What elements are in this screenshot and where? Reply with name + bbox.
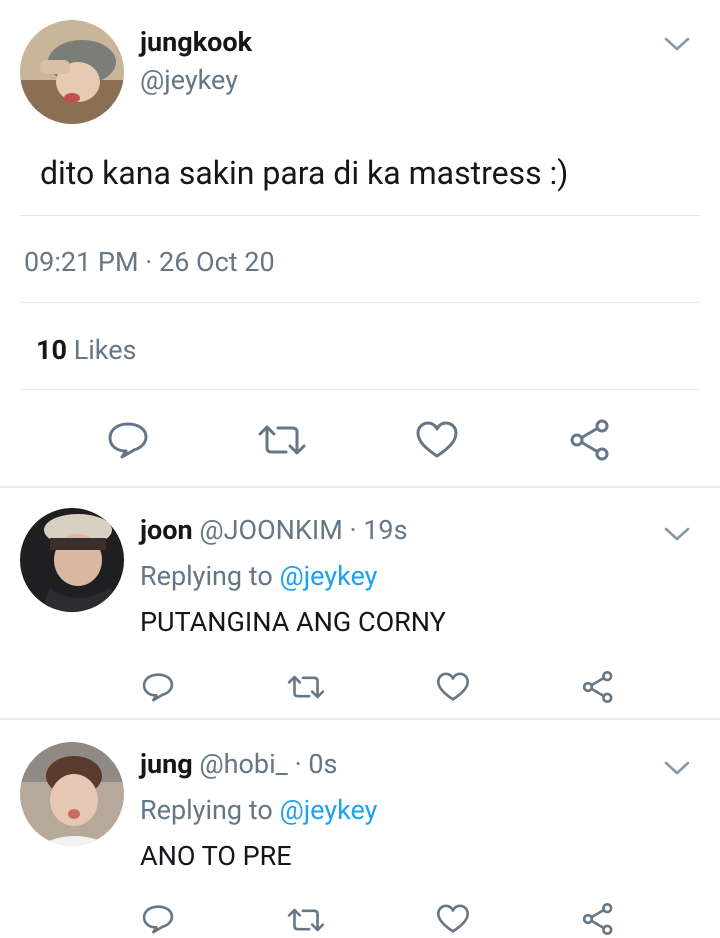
likes-stat[interactable]: 10 Likes <box>36 334 136 366</box>
share-icon[interactable] <box>566 416 614 464</box>
reply-icon[interactable] <box>104 418 152 462</box>
section-divider <box>0 486 720 488</box>
tweet-text: dito kana sakin para di ka mastress :) <box>40 154 569 192</box>
chevron-down-icon[interactable] <box>662 34 692 54</box>
divider <box>20 389 700 390</box>
replying-to-handle[interactable]: @jeykey <box>279 560 377 592</box>
avatar[interactable] <box>20 20 124 124</box>
reply-author-name[interactable]: joon <box>140 514 193 546</box>
heart-icon[interactable] <box>435 902 471 936</box>
reply-text: PUTANGINA ANG CORNY <box>140 606 446 638</box>
reply-header: joon @JOONKIM · 19s <box>140 514 408 546</box>
heart-icon[interactable] <box>435 670 471 704</box>
retweet-icon[interactable] <box>286 905 326 935</box>
retweet-icon[interactable] <box>256 420 308 460</box>
section-divider <box>0 718 720 720</box>
tweet-timestamp: 09:21 PM · 26 Oct 20 <box>24 246 275 278</box>
tweet-time: 09:21 PM <box>24 246 139 278</box>
reply-author-name[interactable]: jung <box>140 748 193 780</box>
chevron-down-icon[interactable] <box>662 758 692 778</box>
chevron-down-icon[interactable] <box>662 524 692 544</box>
reply-icon[interactable] <box>140 670 176 704</box>
reply-text: ANO TO PRE <box>140 840 292 872</box>
likes-count: 10 <box>36 334 67 366</box>
divider <box>20 215 700 216</box>
reply-author-handle[interactable]: @JOONKIM <box>199 514 342 546</box>
share-icon[interactable] <box>580 900 616 938</box>
share-icon[interactable] <box>580 668 616 706</box>
author-name[interactable]: jungkook <box>140 26 252 58</box>
divider <box>20 302 700 303</box>
avatar[interactable] <box>20 508 124 612</box>
replying-label: Replying to <box>140 560 273 592</box>
avatar[interactable] <box>20 742 124 846</box>
replying-to: Replying to @jeykey <box>140 560 377 592</box>
reply-age: · 19s <box>349 514 408 546</box>
reply-age: · 0s <box>294 748 338 780</box>
likes-label: Likes <box>73 334 137 366</box>
reply-header: jung @hobi_ · 0s <box>140 748 337 780</box>
author-handle[interactable]: @jeykey <box>140 64 238 96</box>
replying-label: Replying to <box>140 794 273 826</box>
heart-icon[interactable] <box>414 418 460 462</box>
replying-to-handle[interactable]: @jeykey <box>279 794 377 826</box>
tweet-date: 26 Oct 20 <box>159 246 275 278</box>
reply-author-handle[interactable]: @hobi_ <box>199 748 287 780</box>
retweet-icon[interactable] <box>286 672 326 702</box>
reply-icon[interactable] <box>140 902 176 936</box>
timestamp-separator: · <box>145 246 153 278</box>
replying-to: Replying to @jeykey <box>140 794 377 826</box>
